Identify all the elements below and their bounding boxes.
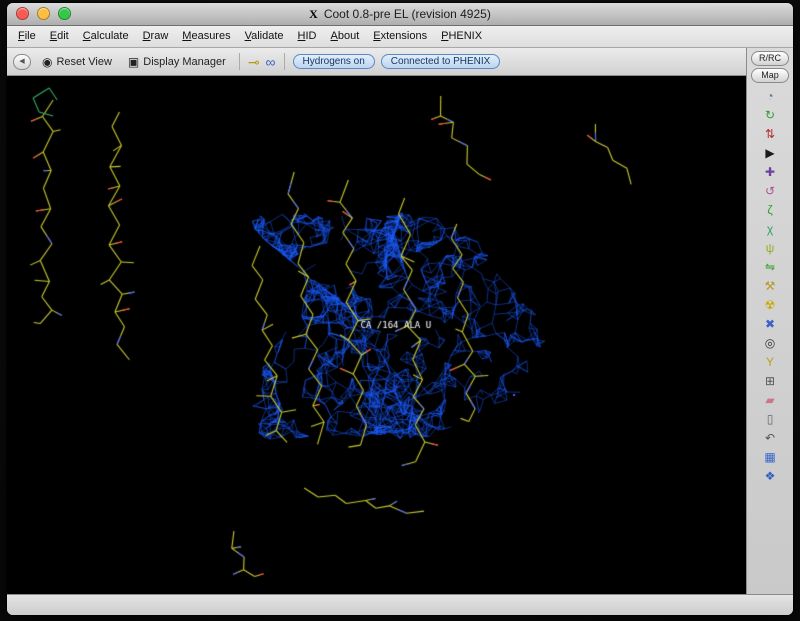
goto-atom-icon[interactable]: ⊸ <box>248 56 260 68</box>
coot-window: X Coot 0.8-pre EL (revision 4925) FileEdi… <box>7 3 793 615</box>
undo-icon[interactable]: ↶ <box>755 429 785 448</box>
stereo-icon[interactable]: ∞ <box>266 56 276 68</box>
menu-validate[interactable]: Validate <box>238 26 291 47</box>
menu-about[interactable]: About <box>324 26 367 47</box>
status-bar: (mol. no: 0) C /1/U/164 ALA occ: 1.00 bf… <box>7 594 793 615</box>
display-manager-label: Display Manager <box>143 56 226 68</box>
add-atom-icon[interactable]: ⊞ <box>755 372 785 391</box>
gl-viewport[interactable] <box>7 76 746 594</box>
modelling-icon-column: ◔↻⇅▶✚↺ζχψ⇋⚒☢✖◎Y⊞▰▯↶▦❖ <box>755 87 785 486</box>
toolbar-collapse-button[interactable]: ◀ <box>13 54 31 70</box>
display-manager-button[interactable]: ▣ Display Manager <box>123 54 231 70</box>
menu-measures[interactable]: Measures <box>175 26 237 47</box>
right-toolbar: R/RC Map ◔↻⇅▶✚↺ζχψ⇋⚒☢✖◎Y⊞▰▯↶▦❖ <box>746 48 793 594</box>
rotamers-icon[interactable]: χ <box>755 220 785 239</box>
map-button[interactable]: Map <box>751 68 789 83</box>
desktop: X Coot 0.8-pre EL (revision 4925) FileEdi… <box>0 0 800 621</box>
window-title: Coot 0.8-pre EL (revision 4925) <box>324 7 491 21</box>
reset-view-icon: ◉ <box>42 56 52 68</box>
x11-logo-icon: X <box>309 7 318 21</box>
menu-hid[interactable]: HID <box>291 26 324 47</box>
hydrogens-toggle-button[interactable]: Hydrogens on <box>293 54 375 69</box>
radioactive-icon[interactable]: ☢ <box>755 296 785 315</box>
flip-peptide-icon[interactable]: ⇋ <box>755 258 785 277</box>
menu-extensions[interactable]: Extensions <box>366 26 434 47</box>
toolbar-separator <box>239 53 240 70</box>
recentre-icon[interactable]: ◎ <box>755 334 785 353</box>
rrc-button[interactable]: R/RC <box>751 51 789 66</box>
add-alt-conf-icon[interactable]: Y <box>755 353 785 372</box>
trash-icon[interactable]: ▯ <box>755 410 785 429</box>
auto-fit-rotamer-icon[interactable]: ζ <box>755 201 785 220</box>
rigid-body-fit-icon[interactable]: ✚ <box>755 163 785 182</box>
toolbar-separator-2 <box>284 53 285 70</box>
clear-pending-icon[interactable]: ✖ <box>755 315 785 334</box>
display-manager-icon: ▣ <box>128 56 139 68</box>
rotate-translate-icon[interactable]: ↺ <box>755 182 785 201</box>
colour-map-icon[interactable]: ▦ <box>755 448 785 467</box>
menu-calculate[interactable]: Calculate <box>76 26 136 47</box>
reset-view-label: Reset View <box>56 56 111 68</box>
clock-icon[interactable]: ◔ <box>755 87 785 106</box>
content-area: ◀ ◉ Reset View ▣ Display Manager ⊸ ∞ Hyd… <box>7 48 793 594</box>
main-column: ◀ ◉ Reset View ▣ Display Manager ⊸ ∞ Hyd… <box>7 48 746 594</box>
title-bar[interactable]: X Coot 0.8-pre EL (revision 4925) <box>7 3 793 26</box>
reset-view-button[interactable]: ◉ Reset View <box>37 54 117 70</box>
phenix-connection-button[interactable]: Connected to PHENIX <box>381 54 501 69</box>
more-tools-arrow-icon[interactable]: ▶ <box>755 144 785 163</box>
mutate-icon[interactable]: ⚒ <box>755 277 785 296</box>
menu-phenix[interactable]: PHENIX <box>434 26 489 47</box>
edit-chi-angles-icon[interactable]: ψ <box>755 239 785 258</box>
window-title-area: X Coot 0.8-pre EL (revision 4925) <box>7 3 793 25</box>
menu-edit[interactable]: Edit <box>43 26 76 47</box>
toolbar: ◀ ◉ Reset View ▣ Display Manager ⊸ ∞ Hyd… <box>7 48 746 76</box>
menu-file[interactable]: File <box>11 26 43 47</box>
eraser-icon[interactable]: ▰ <box>755 391 785 410</box>
menu-draw[interactable]: Draw <box>136 26 176 47</box>
regularize-icon[interactable]: ⇅ <box>755 125 785 144</box>
stereo-glasses-icon[interactable]: ❖ <box>755 467 785 486</box>
menu-bar: FileEditCalculateDrawMeasuresValidateHID… <box>7 26 793 48</box>
real-space-refine-icon[interactable]: ↻ <box>755 106 785 125</box>
gl-canvas[interactable] <box>7 76 746 594</box>
